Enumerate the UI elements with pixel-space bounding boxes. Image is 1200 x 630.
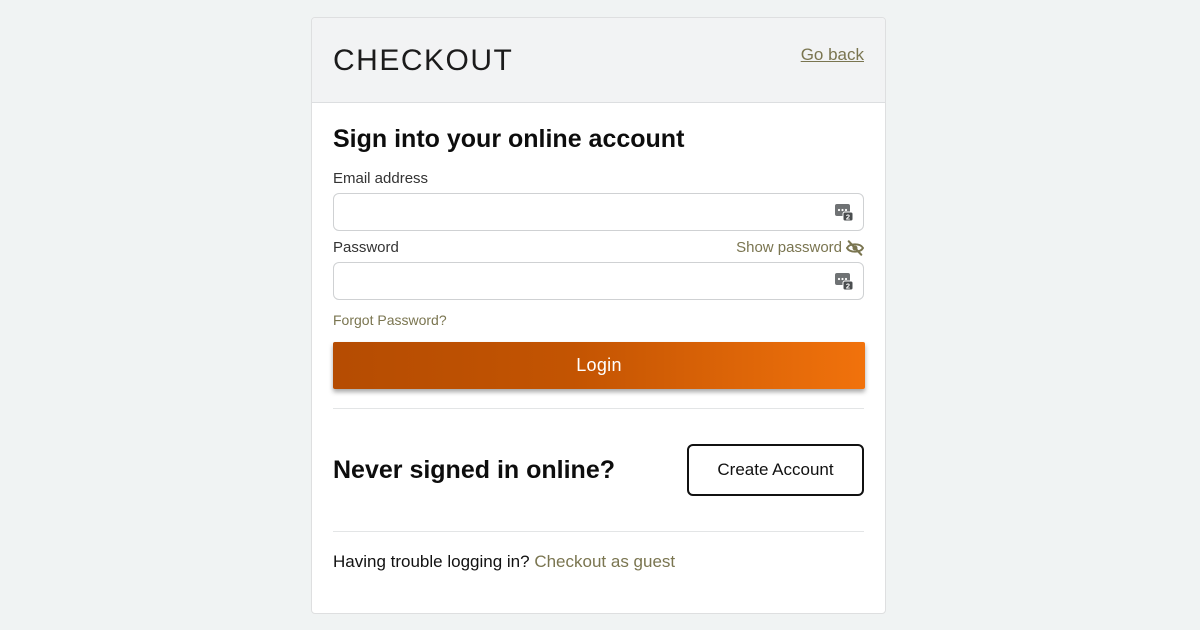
signin-heading: Sign into your online account	[333, 125, 685, 153]
email-field-wrapper: 2	[333, 193, 864, 231]
show-password-label: Show password	[736, 239, 842, 256]
password-label-row: Password Show password	[333, 239, 864, 256]
signup-heading: Never signed in online?	[333, 455, 615, 484]
page-title: CHECKOUT	[333, 44, 514, 77]
signup-section: Never signed in online? Create Account	[333, 409, 864, 531]
checkout-card: CHECKOUT Go back Sign into your online a…	[311, 17, 886, 614]
login-button[interactable]: Login	[333, 342, 865, 389]
forgot-password-link[interactable]: Forgot Password?	[333, 312, 447, 328]
email-label: Email address	[333, 170, 429, 187]
go-back-link[interactable]: Go back	[801, 45, 864, 65]
svg-text:2: 2	[846, 281, 850, 290]
checkout-as-guest-link[interactable]: Checkout as guest	[534, 552, 675, 571]
signin-form: Sign into your online account Email addr…	[312, 103, 885, 572]
divider	[333, 531, 864, 532]
svg-text:2: 2	[846, 212, 850, 221]
password-label: Password	[333, 239, 399, 256]
eye-slash-icon	[846, 239, 864, 256]
password-field[interactable]	[334, 263, 863, 299]
create-account-button[interactable]: Create Account	[687, 444, 864, 496]
trouble-text: Having trouble logging in?	[333, 552, 530, 571]
password-manager-icon[interactable]: 2	[835, 203, 853, 221]
email-field[interactable]	[334, 194, 863, 230]
show-password-toggle[interactable]: Show password	[736, 239, 864, 256]
trouble-row: Having trouble logging in? Checkout as g…	[333, 552, 864, 572]
password-field-wrapper: 2	[333, 262, 864, 300]
password-manager-icon[interactable]: 2	[835, 272, 853, 290]
checkout-header: CHECKOUT Go back	[312, 18, 885, 103]
